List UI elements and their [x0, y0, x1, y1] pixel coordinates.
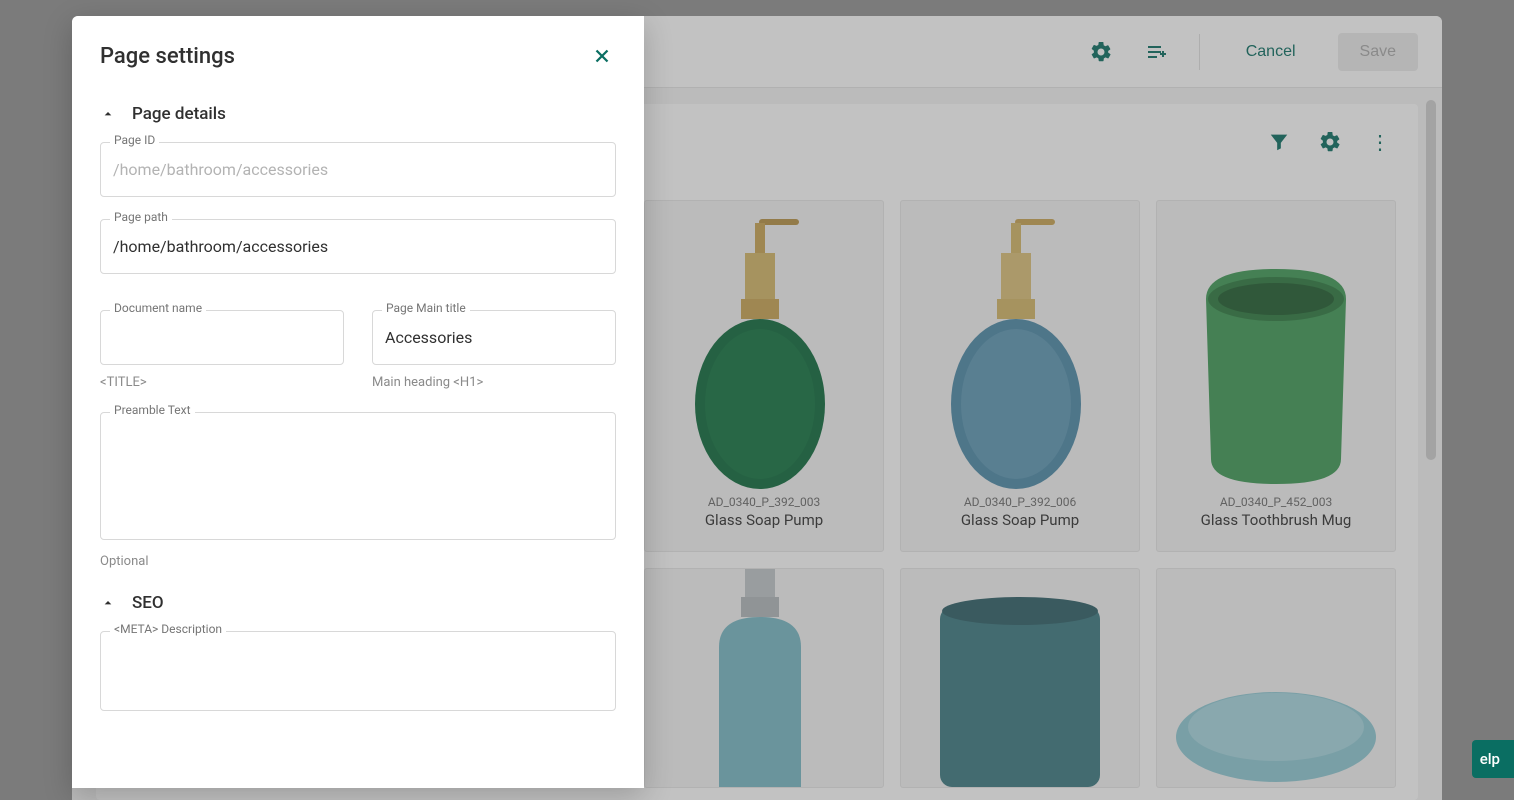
- preamble-textarea[interactable]: [100, 412, 616, 540]
- page-id-field: Page ID: [100, 142, 616, 197]
- page-id-input: [100, 142, 616, 197]
- document-name-input[interactable]: [100, 310, 344, 365]
- page-path-input[interactable]: [100, 219, 616, 274]
- section-title: SEO: [132, 593, 164, 613]
- close-icon[interactable]: [588, 42, 616, 70]
- page-path-field: Page path: [100, 219, 616, 274]
- meta-description-textarea[interactable]: [100, 631, 616, 711]
- main-title-input[interactable]: [372, 310, 616, 365]
- document-name-field: Document name <TITLE>: [100, 310, 344, 390]
- field-label: <META> Description: [110, 622, 226, 636]
- help-button[interactable]: elp: [1472, 740, 1514, 778]
- field-label: Page path: [110, 210, 172, 224]
- preamble-field: Preamble Text Optional: [100, 412, 616, 569]
- field-label: Document name: [110, 301, 206, 315]
- field-helper: Optional: [100, 554, 616, 569]
- section-title: Page details: [132, 104, 226, 124]
- section-seo-header[interactable]: SEO: [100, 593, 616, 613]
- section-page-details-header[interactable]: Page details: [100, 104, 616, 124]
- modal-header: Page settings: [72, 16, 644, 88]
- modal-body: Page details Page ID Page path Document …: [72, 88, 644, 788]
- modal-title: Page settings: [100, 44, 235, 69]
- page-settings-drawer: Page settings Page details Page ID Page …: [72, 16, 644, 788]
- field-helper: Main heading <H1>: [372, 375, 616, 390]
- chevron-up-icon: [100, 106, 116, 122]
- main-title-field: Page Main title Main heading <H1>: [372, 310, 616, 390]
- field-helper: <TITLE>: [100, 375, 344, 390]
- meta-description-field: <META> Description: [100, 631, 616, 715]
- field-label: Preamble Text: [110, 403, 195, 417]
- field-label: Page ID: [110, 133, 159, 147]
- title-fields-row: Document name <TITLE> Page Main title Ma…: [100, 310, 616, 390]
- field-label: Page Main title: [382, 301, 470, 315]
- chevron-up-icon: [100, 595, 116, 611]
